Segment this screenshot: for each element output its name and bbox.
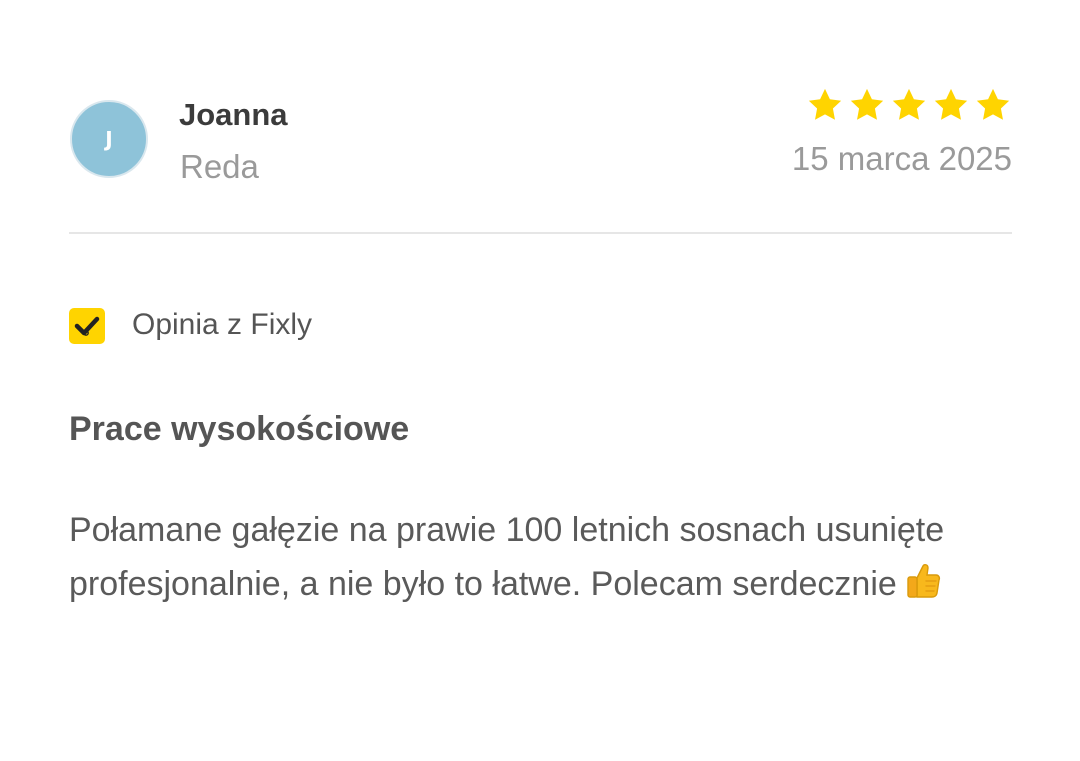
review-date: 15 marca 2025 [791, 140, 1012, 177]
star-icon [850, 88, 884, 120]
star-icon [892, 88, 926, 120]
check-icon [74, 316, 100, 336]
star-icon [934, 88, 968, 120]
source-label: Opinia z Fixly [132, 308, 313, 341]
review-title: Prace wysokościowe [69, 410, 410, 448]
star-icon [808, 88, 842, 120]
thumbs-up-icon [907, 564, 940, 598]
review-card: J Joanna Reda 15 marca 2025 Opinia z Fix… [0, 0, 1080, 761]
star-rating [806, 86, 1012, 124]
avatar-initial: J [105, 127, 113, 151]
star-icon [976, 88, 1010, 120]
review-text: Połamane gałęzie na prawie 100 letnich s… [69, 503, 1029, 611]
divider [69, 232, 1012, 234]
avatar: J [70, 100, 148, 178]
reviewer-location: Reda [180, 148, 259, 185]
review-body: Połamane gałęzie na prawie 100 letnich s… [69, 511, 945, 603]
fixly-badge [69, 308, 105, 344]
reviewer-name: Joanna [179, 97, 288, 132]
